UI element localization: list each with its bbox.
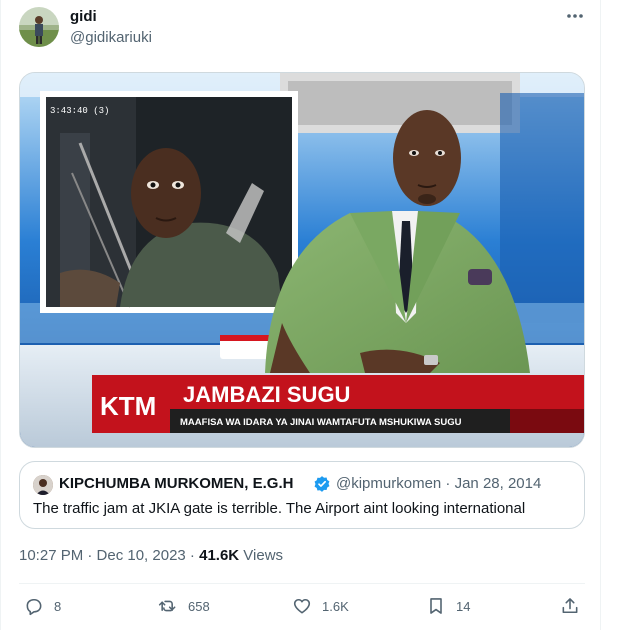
tweet-timestamp-views: 10:27 PM · Dec 10, 2023 · 41.6K Views [19, 547, 283, 564]
reply-button[interactable]: 8 [24, 594, 61, 618]
share-icon [562, 598, 578, 614]
divider [19, 583, 585, 584]
chyron-headline: JAMBAZI SUGU [183, 382, 350, 407]
share-button[interactable] [560, 594, 580, 618]
retweet-button[interactable]: 658 [158, 594, 210, 618]
author-handle[interactable]: @gidikariuki [70, 29, 152, 46]
camera-timestamp: 3:43:40 (3) [50, 106, 109, 116]
author-display-name[interactable]: gidi [70, 8, 97, 25]
bookmark-count: 14 [456, 598, 471, 614]
like-button[interactable]: 1.6K [292, 594, 349, 618]
verified-badge-icon [314, 476, 330, 492]
more-horizontal-icon [567, 14, 583, 18]
like-count: 1.6K [322, 598, 349, 614]
quoted-handle-date[interactable]: @kipmurkomen · Jan 28, 2014 [336, 475, 541, 492]
reply-count: 8 [54, 598, 62, 614]
quoted-tweet[interactable]: KIPCHUMBA MURKOMEN, E.G.H @kipmurkomen ·… [19, 461, 585, 529]
news-chyron: KTM JAMBAZI SUGU MAAFISA WA IDARA YA JIN… [92, 375, 584, 433]
views-count: 41.6K [199, 547, 240, 564]
bookmark-button[interactable]: 14 [426, 594, 470, 618]
quoted-tweet-text: The traffic jam at JKIA gate is terrible… [33, 500, 526, 517]
timeline-border-right [600, 0, 601, 630]
heart-icon [293, 598, 311, 614]
tweet-timestamp[interactable]: 10:27 PM · Dec 10, 2023 · [19, 547, 199, 564]
quoted-author-avatar[interactable] [33, 475, 53, 495]
bookmark-icon [430, 598, 442, 614]
quoted-author-name[interactable]: KIPCHUMBA MURKOMEN, E.G.H [59, 475, 293, 492]
author-avatar[interactable] [19, 7, 59, 47]
retweet-icon [158, 600, 176, 612]
views-label: Views [239, 547, 284, 564]
tweet-media-image[interactable]: 3:43:40 (3) KTM JAMBAZI SUGU MAAFISA WA … [19, 72, 585, 448]
inset-suspect-photo: 3:43:40 (3) [40, 91, 298, 313]
timeline-border-left [0, 0, 1, 630]
channel-logo: KTM [100, 391, 156, 421]
retweet-count: 658 [188, 598, 210, 614]
more-options-button[interactable] [562, 6, 588, 26]
chyron-subline: MAAFISA WA IDARA YA JINAI WAMTAFUTA MSHU… [180, 417, 462, 428]
reply-icon [26, 598, 42, 616]
